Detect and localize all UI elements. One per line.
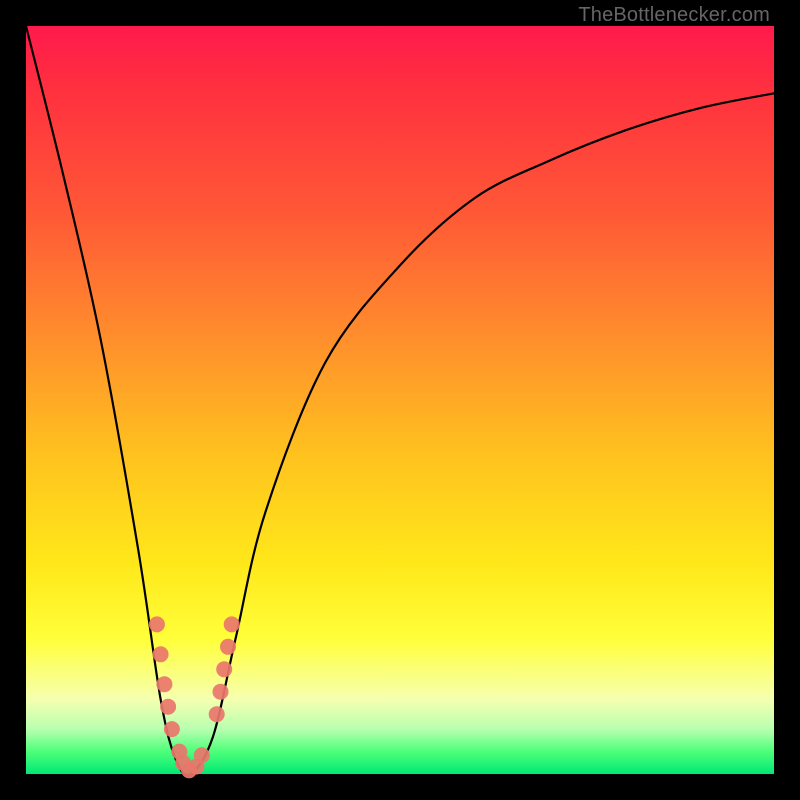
curve-marker: [220, 639, 236, 655]
curve-marker: [156, 676, 172, 692]
bottleneck-curve: [26, 26, 774, 775]
curve-marker: [164, 721, 180, 737]
bottleneck-curve-svg: [26, 26, 774, 774]
curve-marker: [160, 699, 176, 715]
curve-marker: [216, 661, 232, 677]
chart-frame: TheBottlenecker.com: [0, 0, 800, 800]
curve-marker: [224, 616, 240, 632]
curve-marker: [213, 684, 229, 700]
curve-marker: [209, 706, 225, 722]
plot-area: [26, 26, 774, 774]
curve-marker: [149, 616, 165, 632]
credit-label: TheBottlenecker.com: [578, 4, 770, 27]
curve-marker: [153, 646, 169, 662]
curve-marker: [194, 747, 210, 763]
curve-markers: [149, 616, 240, 778]
